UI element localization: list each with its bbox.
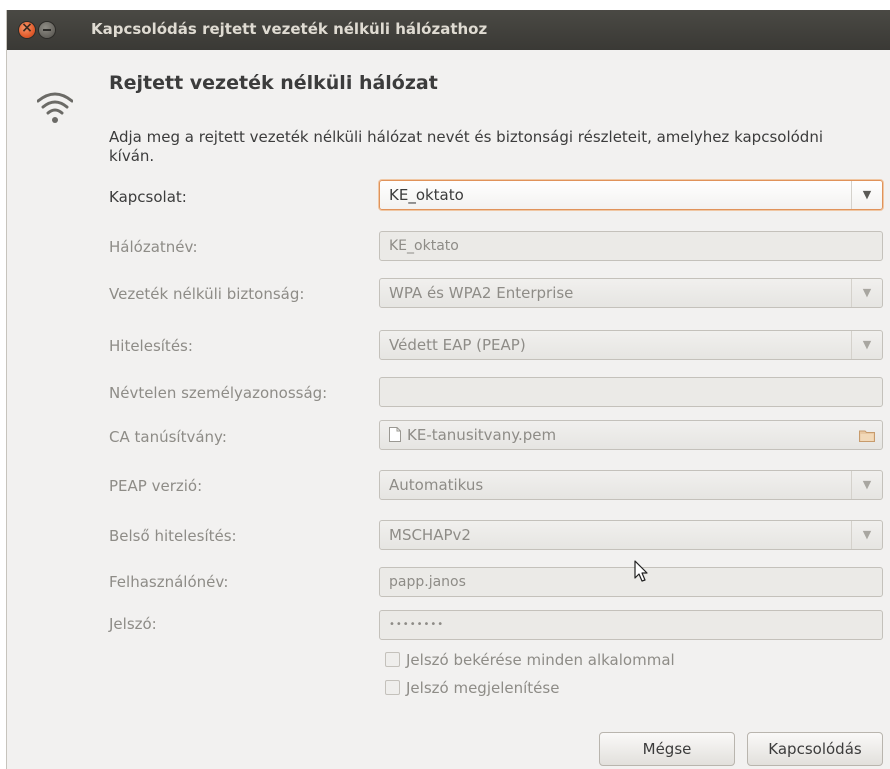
minimize-window-button[interactable] xyxy=(39,22,55,38)
dialog-window: Kapcsolódás rejtett vezeték nélküli háló… xyxy=(6,10,890,769)
chevron-down-icon[interactable]: ▼ xyxy=(851,521,882,549)
chevron-down-icon[interactable]: ▼ xyxy=(851,331,882,359)
title-bar: Kapcsolódás rejtett vezeték nélküli háló… xyxy=(7,10,890,50)
show-password-checkbox-row[interactable]: Jelszó megjelenítése xyxy=(385,679,559,697)
connection-combo[interactable]: KE_oktato ▼ xyxy=(379,180,883,210)
ask-password-label: Jelszó bekérése minden alkalommal xyxy=(406,651,675,669)
inner-auth-combo[interactable]: MSCHAPv2 ▼ xyxy=(379,520,883,550)
network-name-value: KE_oktato xyxy=(389,238,459,254)
dialog-description: Adja meg a rejtett vezeték nélküli hálóz… xyxy=(109,128,823,165)
username-label: Felhasználónév: xyxy=(109,573,229,591)
ask-password-checkbox-row[interactable]: Jelszó bekérése minden alkalommal xyxy=(385,651,675,669)
username-field[interactable]: papp.janos xyxy=(379,567,883,597)
network-name-field[interactable]: KE_oktato xyxy=(379,231,883,261)
ca-certificate-value: KE-tanusitvany.pem xyxy=(407,426,557,444)
ca-certificate-chooser[interactable]: KE-tanusitvany.pem xyxy=(379,420,883,450)
anonymous-identity-label: Névtelen személyazonosság: xyxy=(109,384,328,402)
close-window-button[interactable] xyxy=(19,20,35,38)
password-field[interactable]: •••••••• xyxy=(379,610,883,640)
inner-auth-value: MSCHAPv2 xyxy=(389,526,471,544)
wifi-icon xyxy=(37,92,73,123)
mouse-pointer-icon xyxy=(634,560,648,582)
window-title: Kapcsolódás rejtett vezeték nélküli háló… xyxy=(91,20,488,38)
connection-label: Kapcsolat: xyxy=(109,188,187,206)
wireless-security-label: Vezeték nélküli biztonság: xyxy=(109,285,305,303)
peap-version-label: PEAP verzió: xyxy=(109,477,203,495)
show-password-label: Jelszó megjelenítése xyxy=(406,679,560,697)
wireless-security-combo[interactable]: WPA és WPA2 Enterprise ▼ xyxy=(379,278,883,308)
file-icon xyxy=(389,427,401,442)
chevron-down-icon[interactable]: ▼ xyxy=(851,181,882,209)
authentication-combo[interactable]: Védett EAP (PEAP) ▼ xyxy=(379,330,883,360)
password-value: •••••••• xyxy=(389,619,445,630)
ca-certificate-label: CA tanúsítvány: xyxy=(109,428,227,446)
connection-value: KE_oktato xyxy=(389,186,464,204)
connect-button[interactable]: Kapcsolódás xyxy=(747,732,883,766)
peap-version-combo[interactable]: Automatikus ▼ xyxy=(379,470,883,500)
chevron-down-icon[interactable]: ▼ xyxy=(851,279,882,307)
network-name-label: Hálózatnév: xyxy=(109,238,198,256)
authentication-label: Hitelesítés: xyxy=(109,337,193,355)
show-password-checkbox[interactable] xyxy=(385,680,400,695)
inner-auth-label: Belső hitelesítés: xyxy=(109,527,237,545)
anonymous-identity-field[interactable] xyxy=(379,377,883,407)
ask-password-checkbox[interactable] xyxy=(385,652,400,667)
cancel-button[interactable]: Mégse xyxy=(599,732,735,766)
username-value: papp.janos xyxy=(389,574,466,590)
wireless-security-value: WPA és WPA2 Enterprise xyxy=(389,284,574,302)
dialog-heading: Rejtett vezeték nélküli hálózat xyxy=(109,72,438,94)
authentication-value: Védett EAP (PEAP) xyxy=(389,336,526,354)
password-label: Jelszó: xyxy=(109,615,157,633)
folder-icon[interactable] xyxy=(859,429,875,442)
peap-version-value: Automatikus xyxy=(389,476,484,494)
chevron-down-icon[interactable]: ▼ xyxy=(851,471,882,499)
